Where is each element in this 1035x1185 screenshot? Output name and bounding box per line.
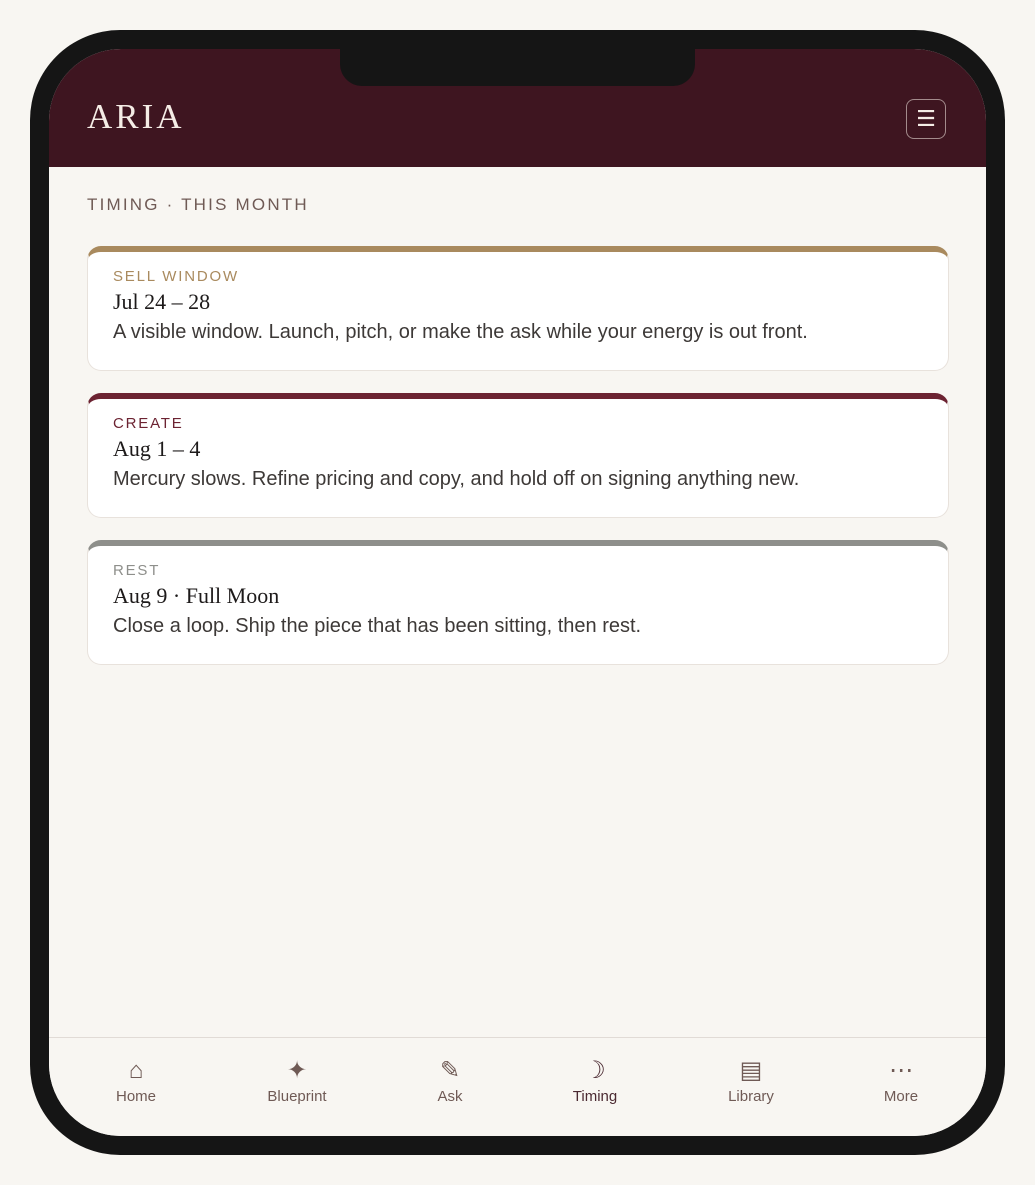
home-icon: ⌂ (128, 1057, 144, 1084)
card-date: Jul 24 – 28 (113, 289, 211, 314)
tab-label: Blueprint (267, 1088, 327, 1105)
tab-home[interactable]: ⌂ Home (86, 1056, 186, 1106)
timing-card-create[interactable]: CREATE Aug 1 – 4 Mercury slows. Refine p… (87, 393, 949, 518)
section-title: TIMING · THIS MONTH (87, 195, 309, 214)
card-date: Aug 1 – 4 (113, 436, 201, 461)
tab-blueprint[interactable]: ✦ Blueprint (247, 1056, 347, 1106)
device-notch (340, 49, 695, 86)
tab-label: More (883, 1088, 919, 1105)
tab-more[interactable]: ⋯ More (851, 1056, 951, 1106)
card-kicker: SELL WINDOW (113, 268, 239, 285)
tab-label: Home (115, 1088, 156, 1105)
card-date: Aug 9 · Full Moon (113, 583, 280, 608)
app-logo: ARIA (87, 97, 185, 136)
bottom-tab-bar: ⌂ Home ✦ Blueprint ✎ Ask ☽ Timing ▤ Libr… (49, 1037, 986, 1136)
moon-icon: ☽ (584, 1057, 606, 1084)
tab-timing[interactable]: ☽ Timing (545, 1056, 645, 1106)
phone-frame: ARIA ☰ TIMING · THIS MONTH SELL WINDOW J… (30, 30, 1005, 1155)
pencil-icon: ✎ (439, 1057, 461, 1084)
card-description: A visible window. Launch, pitch, or make… (113, 321, 808, 343)
timing-cards: SELL WINDOW Jul 24 – 28 A visible window… (87, 246, 949, 687)
tab-label: Timing (572, 1088, 618, 1105)
card-description: Mercury slows. Refine pricing and copy, … (113, 468, 800, 490)
card-kicker: CREATE (113, 415, 184, 432)
tab-label: Library (728, 1088, 774, 1105)
more-icon: ⋯ (889, 1057, 913, 1084)
library-icon: ▤ (739, 1057, 763, 1084)
app-header: ARIA ☰ (49, 49, 986, 167)
app-screen: ARIA ☰ TIMING · THIS MONTH SELL WINDOW J… (49, 49, 986, 1136)
card-kicker: REST (113, 562, 161, 579)
sparkle-icon: ✦ (286, 1057, 308, 1084)
card-description: Close a loop. Ship the piece that has be… (113, 615, 642, 637)
menu-button[interactable]: ☰ (906, 99, 946, 139)
tab-ask[interactable]: ✎ Ask (400, 1056, 500, 1106)
hamburger-menu-icon: ☰ (916, 106, 936, 131)
timing-card-sell-window[interactable]: SELL WINDOW Jul 24 – 28 A visible window… (87, 246, 949, 371)
tab-library[interactable]: ▤ Library (701, 1056, 801, 1106)
tab-label: Ask (437, 1088, 463, 1105)
timing-card-rest[interactable]: REST Aug 9 · Full Moon Close a loop. Shi… (87, 540, 949, 665)
